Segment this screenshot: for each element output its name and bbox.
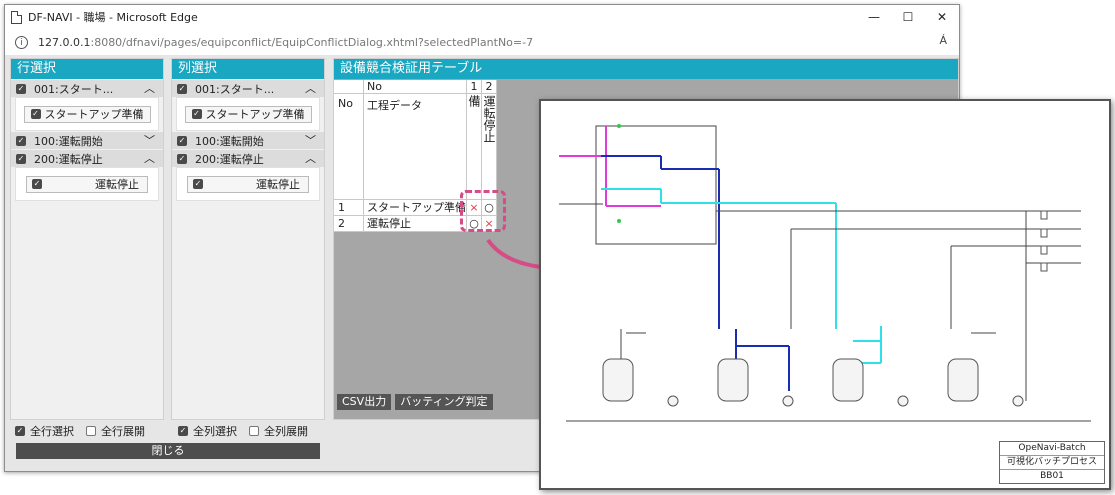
- row-panel-title: 行選択: [11, 59, 163, 79]
- row-bottom-options: ✓ 全行選択 全行展開: [15, 423, 145, 439]
- expand-all-rows[interactable]: 全行展開: [101, 423, 145, 439]
- col-item-startup[interactable]: ✓ スタートアップ準備: [184, 105, 312, 123]
- title-bar: DF-NAVI - 職場 - Microsoft Edge — ☐ ✕: [5, 5, 959, 29]
- row-name: 運転停止: [364, 216, 467, 232]
- col-bottom-options: ✓ 全列選択 全列展開: [178, 423, 308, 439]
- col-number: 2: [482, 80, 497, 94]
- checkbox-checked-icon[interactable]: ✓: [30, 109, 41, 119]
- url-text[interactable]: 127.0.0.1:8080/dfnavi/pages/equipconflic…: [38, 36, 533, 49]
- row-name: スタートアップ準備: [364, 200, 467, 216]
- col-group-001[interactable]: ✓ 001:スタート... ︿: [172, 80, 324, 97]
- chevron-down-icon[interactable]: ﹀: [144, 132, 155, 149]
- table-title: 設備競合検証用テーブル: [334, 59, 958, 79]
- row-item-card: ✓ 運転停止: [15, 167, 159, 201]
- chevron-up-icon[interactable]: ︿: [305, 80, 316, 97]
- diagram-title: OpeNavi-Batch: [1000, 442, 1104, 456]
- checkbox-checked-icon[interactable]: ✓: [193, 179, 203, 189]
- checkbox-unchecked-icon[interactable]: [86, 426, 96, 436]
- col-item-card: ✓ スタートアップ準備: [176, 97, 320, 131]
- close-window-button[interactable]: ✕: [925, 5, 959, 29]
- process-diagram: OpeNavi-Batch 可視化バッチプロセス BB01: [539, 99, 1111, 490]
- chevron-down-icon[interactable]: ﹀: [305, 132, 316, 149]
- checkbox-checked-icon[interactable]: ✓: [16, 83, 26, 94]
- checkbox-unchecked-icon[interactable]: [249, 426, 259, 436]
- chevron-up-icon[interactable]: ︿: [305, 150, 316, 167]
- col-header-startup: スタートアップ準備: [467, 95, 481, 191]
- highlight-box: [460, 190, 506, 232]
- col-panel-title: 列選択: [172, 59, 324, 79]
- address-bar[interactable]: i 127.0.0.1:8080/dfnavi/pages/equipconfl…: [5, 29, 959, 56]
- checkbox-checked-icon[interactable]: ✓: [15, 426, 25, 436]
- document-icon: [11, 10, 22, 24]
- col-header-stop: 運転停止: [482, 95, 496, 143]
- batting-check-button[interactable]: バッティング判定: [395, 394, 493, 410]
- row-item-stop[interactable]: ✓ 運転停止: [26, 175, 148, 193]
- piping-diagram-icon: [559, 124, 1091, 422]
- row-item-card: ✓ スタートアップ準備: [15, 97, 159, 131]
- col-group-200[interactable]: ✓ 200:運転停止 ︿: [172, 150, 324, 167]
- close-button[interactable]: 閉じる: [16, 443, 320, 459]
- row-group-001[interactable]: ✓ 001:スタート... ︿: [11, 80, 163, 97]
- checkbox-checked-icon[interactable]: ✓: [191, 109, 202, 119]
- checkbox-checked-icon[interactable]: ✓: [177, 153, 187, 164]
- col-number: 1: [467, 80, 482, 94]
- minimize-button[interactable]: —: [857, 5, 891, 29]
- checkbox-checked-icon[interactable]: ✓: [16, 135, 26, 146]
- chevron-up-icon[interactable]: ︿: [144, 150, 155, 167]
- checkbox-checked-icon[interactable]: ✓: [32, 179, 42, 189]
- checkbox-checked-icon[interactable]: ✓: [177, 135, 187, 146]
- csv-export-button[interactable]: CSV出力: [337, 394, 392, 410]
- col-select-panel: 列選択 ✓ 001:スタート... ︿ ✓ スタートアップ準備 ✓ 100:運転…: [171, 58, 325, 420]
- row-select-panel: 行選択 ✓ 001:スタート... ︿ ✓ スタートアップ準備 ✓ 100:運転…: [10, 58, 164, 420]
- select-all-rows[interactable]: 全行選択: [30, 423, 74, 439]
- expand-all-cols[interactable]: 全列展開: [264, 423, 308, 439]
- row-group-100[interactable]: ✓ 100:運転開始 ﹀: [11, 132, 163, 149]
- row-no: 1: [334, 200, 364, 216]
- maximize-button[interactable]: ☐: [891, 5, 925, 29]
- checkbox-checked-icon[interactable]: ✓: [16, 153, 26, 164]
- window-title: DF-NAVI - 職場 - Microsoft Edge: [28, 11, 198, 24]
- diagram-subtitle: 可視化バッチプロセス: [1000, 456, 1104, 470]
- checkbox-checked-icon[interactable]: ✓: [177, 83, 187, 94]
- diagram-code: BB01: [1040, 471, 1064, 481]
- col-item-card: ✓ 運転停止: [176, 167, 320, 201]
- row-group-200[interactable]: ✓ 200:運転停止 ︿: [11, 150, 163, 167]
- col-item-stop[interactable]: ✓ 運転停止: [187, 175, 309, 193]
- table-buttons: CSV出力 バッティング判定: [337, 394, 493, 410]
- row-item-startup[interactable]: ✓ スタートアップ準備: [23, 105, 151, 123]
- process-data-header: 工程データ: [364, 94, 467, 200]
- col-group-100[interactable]: ✓ 100:運転開始 ﹀: [172, 132, 324, 149]
- row-no: 2: [334, 216, 364, 232]
- diagram-title-block: OpeNavi-Batch 可視化バッチプロセス BB01: [999, 441, 1105, 484]
- no-header: No: [364, 80, 467, 94]
- chevron-up-icon[interactable]: ︿: [144, 80, 155, 97]
- checkbox-checked-icon[interactable]: ✓: [178, 426, 188, 436]
- read-aloud-icon[interactable]: Á: [939, 34, 947, 47]
- select-all-cols[interactable]: 全列選択: [193, 423, 237, 439]
- info-icon[interactable]: i: [15, 35, 28, 49]
- no-row-header: No: [334, 94, 364, 200]
